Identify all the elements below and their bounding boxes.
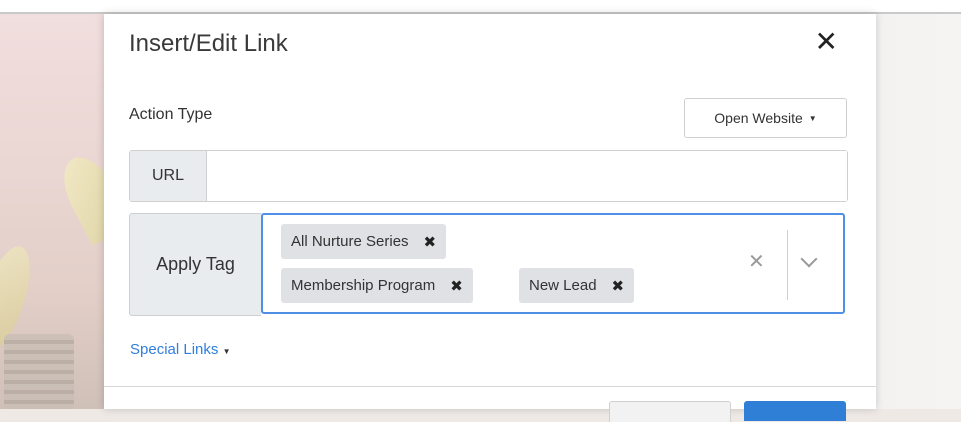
caret-down-icon: ▼ [222, 347, 231, 356]
action-type-dropdown[interactable]: Open Website ▼ [684, 98, 847, 138]
top-border [0, 0, 961, 14]
tag-chip: All Nurture Series ✖ [281, 224, 447, 259]
insert-edit-link-modal: Insert/Edit Link ✕ Action Type Open Webs… [104, 14, 876, 422]
url-input-group: URL [129, 150, 848, 202]
special-links-label: Special Links [130, 341, 219, 358]
url-input[interactable] [207, 151, 847, 201]
footer-divider [104, 386, 876, 387]
primary-footer-button[interactable] [744, 401, 846, 421]
apply-tag-label: Apply Tag [129, 213, 261, 316]
tag-chip-label: All Nurture Series [291, 233, 409, 250]
caret-down-icon: ▼ [808, 113, 817, 123]
chevron-down-icon[interactable] [800, 250, 818, 268]
action-type-label: Action Type [129, 106, 213, 123]
special-links-dropdown[interactable]: Special Links ▼ [130, 341, 230, 358]
close-icon[interactable]: ✕ [815, 28, 838, 56]
clear-all-icon[interactable]: ✕ [748, 249, 765, 274]
tag-multiselect[interactable]: All Nurture Series ✖ Membership Program … [261, 213, 845, 314]
apply-tag-group: Apply Tag All Nurture Series ✖ Membershi… [129, 213, 847, 316]
tag-chip: New Lead ✖ [519, 268, 635, 303]
secondary-footer-button[interactable] [609, 401, 731, 422]
background-image [0, 14, 104, 409]
remove-tag-icon[interactable]: ✖ [612, 277, 625, 295]
background-coins [4, 334, 74, 409]
modal-title: Insert/Edit Link [129, 30, 288, 57]
remove-tag-icon[interactable]: ✖ [424, 233, 437, 251]
select-divider [787, 230, 788, 300]
tag-chip-label: New Lead [529, 277, 597, 294]
remove-tag-icon[interactable]: ✖ [450, 277, 463, 295]
background-leaf [52, 148, 104, 246]
background-right [876, 14, 961, 409]
action-type-selected: Open Website [714, 110, 803, 126]
url-label: URL [130, 151, 207, 201]
tag-chip: Membership Program ✖ [281, 268, 473, 303]
tag-chip-label: Membership Program [291, 277, 436, 294]
